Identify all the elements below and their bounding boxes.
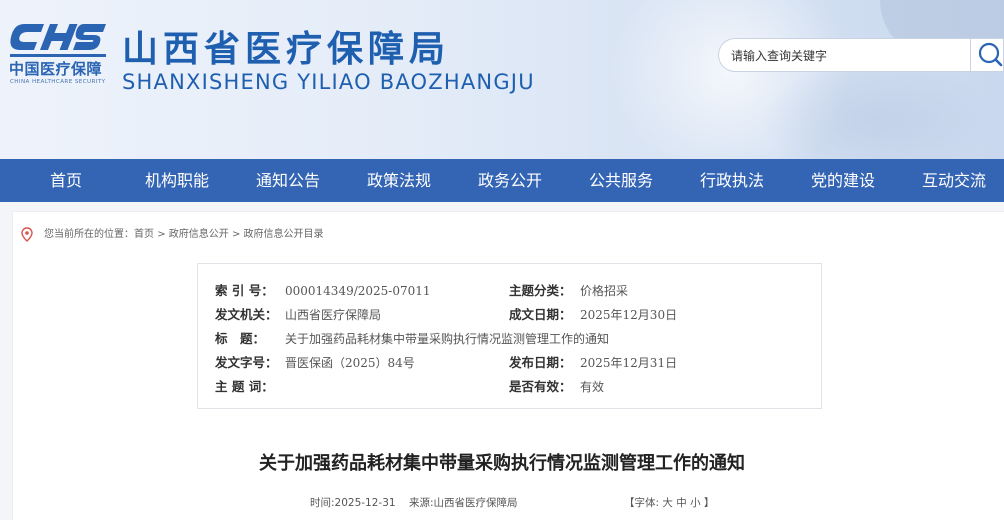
site-subtitle: SHANXISHENG YILIAO BAOZHANGJU [122, 70, 535, 94]
nav-item-public-services[interactable]: 公共服务 [575, 159, 667, 202]
search-input[interactable] [731, 47, 961, 65]
doc-number-label: 发文字号： [215, 355, 278, 370]
nav-item-gov-affairs[interactable]: 政务公开 [464, 159, 556, 202]
main-nav: 首页 机构职能 通知公告 政策法规 政务公开 公共服务 行政执法 党的建设 互动… [0, 159, 1004, 202]
issuer-label: 发文机关： [215, 307, 278, 322]
validity-value: 有效 [580, 380, 605, 394]
index-label: 索 引 号： [215, 283, 274, 298]
breadcrumb-item-gov-info-catalog[interactable]: 政府信息公开目录 [244, 229, 324, 240]
breadcrumb-separator: > [231, 229, 241, 240]
site-header: 中国医疗保障 CHINA HEALTHCARE SECURITY 山西省医疗保障… [0, 0, 1004, 159]
breadcrumb-item-home[interactable]: 首页 [134, 229, 154, 240]
nav-item-party-building[interactable]: 党的建设 [797, 159, 889, 202]
nav-item-interaction[interactable]: 互动交流 [908, 159, 1000, 202]
title-label: 标 题： [215, 331, 266, 346]
font-size-medium-button[interactable]: 中 [676, 497, 687, 509]
chs-logo-icon[interactable] [10, 20, 106, 60]
nav-item-home[interactable]: 首页 [20, 159, 112, 202]
breadcrumb: 您当前所在的位置：首页 > 政府信息公开 > 政府信息公开目录 [44, 227, 324, 243]
nav-item-notices[interactable]: 通知公告 [242, 159, 334, 202]
font-size-suffix: 】 [703, 497, 715, 509]
header-decoration [760, 60, 1000, 159]
font-size-controls: 【字体: 大 中 小 】 [624, 495, 714, 511]
search-box [718, 38, 970, 72]
nav-item-institution[interactable]: 机构职能 [131, 159, 223, 202]
search-button[interactable] [970, 38, 1004, 72]
breadcrumb-separator: > [157, 229, 166, 240]
published-date-value: 2025年12月31日 [580, 356, 678, 370]
title-value: 关于加强药品耗材集中带量采购执行情况监测管理工作的通知 [285, 332, 610, 346]
created-date-label: 成文日期： [509, 307, 572, 322]
breadcrumb-item-gov-info[interactable]: 政府信息公开 [169, 229, 229, 240]
font-size-large-button[interactable]: 大 [662, 497, 673, 509]
site-title[interactable]: 山西省医疗保障局 [122, 20, 450, 72]
nav-item-policies[interactable]: 政策法规 [353, 159, 445, 202]
breadcrumb-prefix: 您当前所在的位置： [44, 229, 134, 240]
nav-item-law-enforcement[interactable]: 行政执法 [686, 159, 778, 202]
published-date-label: 发布日期： [509, 355, 572, 370]
issuer-value: 山西省医疗保障局 [285, 308, 382, 322]
topic-label: 主题分类： [509, 283, 572, 298]
font-size-prefix: 【字体: [624, 497, 660, 509]
location-pin-icon [21, 227, 33, 242]
document-title: 关于加强药品耗材集中带量采购执行情况监测管理工作的通知 [259, 453, 745, 474]
index-value: 000014349/2025-07011 [285, 284, 431, 298]
validity-label: 是否有效： [509, 379, 572, 394]
logo-english-text: CHINA HEALTHCARE SECURITY [10, 79, 106, 85]
logo-chinese-text: 中国医疗保障 [9, 60, 103, 78]
search-icon [978, 42, 1003, 67]
document-source: 来源:山西省医疗保障局 [409, 497, 518, 509]
doc-number-value: 晋医保函（2025）84号 [285, 356, 415, 370]
topic-value: 价格招采 [580, 284, 629, 298]
keywords-label: 主 题 词： [215, 379, 274, 394]
created-date-value: 2025年12月30日 [580, 308, 678, 322]
font-size-small-button[interactable]: 小 [690, 497, 701, 509]
publish-time: 时间:2025-12-31 [310, 497, 396, 509]
